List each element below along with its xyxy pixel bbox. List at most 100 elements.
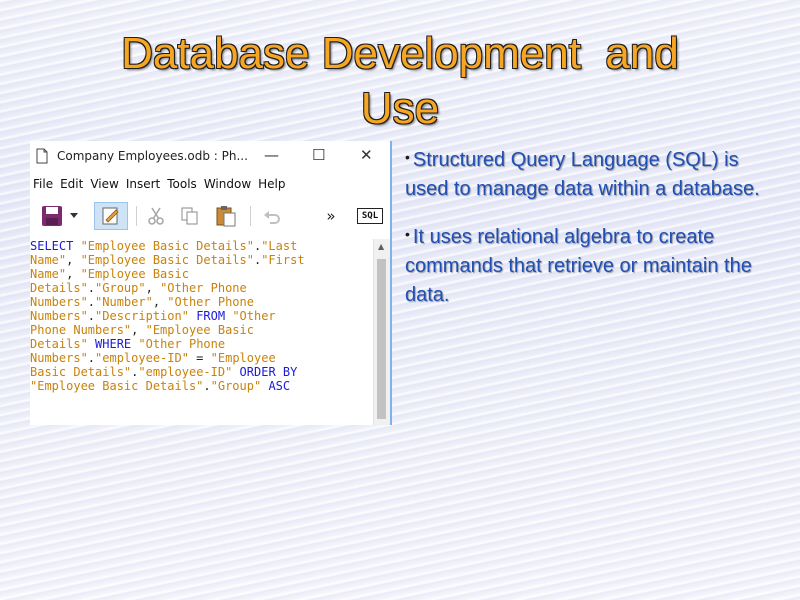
toolbar-separator bbox=[136, 206, 137, 226]
slide-title-line2: Use bbox=[360, 84, 440, 133]
sql-punctuation: . bbox=[87, 351, 96, 365]
sql-code-line: Details"."Group", "Other Phone bbox=[30, 281, 374, 295]
scrollbar-thumb[interactable] bbox=[377, 259, 386, 419]
sql-identifier: "employee-ID" bbox=[95, 351, 189, 365]
sql-identifier: "First bbox=[261, 253, 305, 267]
sql-punctuation: . bbox=[87, 295, 96, 309]
menu-view[interactable]: View bbox=[90, 177, 118, 191]
toolbar-separator bbox=[250, 206, 251, 226]
bullet-item: • It uses relational algebra to create co… bbox=[405, 220, 765, 310]
menu-help[interactable]: Help bbox=[258, 177, 285, 191]
sql-punctuation: , bbox=[66, 253, 81, 267]
save-dropdown-button[interactable] bbox=[68, 202, 80, 230]
sql-punctuation: , bbox=[152, 295, 168, 309]
cut-icon bbox=[148, 207, 164, 225]
bullet-item: • Structured Query Language (SQL) is used… bbox=[405, 143, 765, 204]
close-button[interactable]: ✕ bbox=[360, 147, 373, 163]
cut-button[interactable] bbox=[142, 202, 170, 230]
sql-code-line: SELECT "Employee Basic Details"."Last bbox=[30, 239, 374, 253]
sql-identifier: "Description" bbox=[95, 309, 189, 323]
sql-identifier: "Other Phone bbox=[167, 295, 254, 309]
minimize-button[interactable]: — bbox=[264, 147, 279, 163]
sql-identifier: "Number" bbox=[95, 295, 153, 309]
undo-icon bbox=[264, 211, 280, 224]
menu-edit[interactable]: Edit bbox=[60, 177, 83, 191]
sql-icon-label: SQL bbox=[361, 211, 379, 221]
toolbar-overflow-button[interactable]: » bbox=[324, 202, 338, 230]
sql-identifier: "Employee Basic Details" bbox=[80, 239, 254, 253]
sql-code-line: Numbers"."Number", "Other Phone bbox=[30, 295, 374, 309]
sql-identifier: "Other bbox=[232, 309, 276, 323]
bullet-text: Structured Query Language (SQL) is used … bbox=[405, 149, 760, 200]
sql-identifier: "Employee bbox=[210, 351, 276, 365]
sql-punctuation bbox=[88, 337, 95, 351]
sql-punctuation: , bbox=[145, 281, 161, 295]
sql-punctuation bbox=[232, 365, 239, 379]
sql-punctuation: . bbox=[87, 281, 96, 295]
undo-button[interactable] bbox=[258, 202, 286, 230]
sql-punctuation: , bbox=[131, 323, 146, 337]
sql-icon: SQL bbox=[357, 208, 383, 224]
sql-code-line: "Employee Basic Details"."Group" ASC bbox=[30, 379, 374, 393]
menu-insert[interactable]: Insert bbox=[126, 177, 160, 191]
paste-button[interactable] bbox=[212, 202, 240, 230]
sql-identifier: Numbers" bbox=[30, 351, 88, 365]
save-icon bbox=[42, 206, 62, 226]
sql-punctuation: , bbox=[66, 267, 81, 281]
sql-identifier: "Employee Basic bbox=[80, 267, 189, 281]
bullet-list: • Structured Query Language (SQL) is used… bbox=[405, 143, 765, 326]
sql-keyword: WHERE bbox=[95, 337, 139, 351]
sql-identifier: Name" bbox=[30, 267, 67, 281]
sql-code-line: Phone Numbers", "Employee Basic bbox=[30, 323, 374, 337]
run-sql-button[interactable]: SQL bbox=[356, 202, 384, 230]
maximize-button[interactable]: ☐ bbox=[312, 147, 325, 163]
sql-code-line: Details" WHERE "Other Phone bbox=[30, 337, 374, 351]
edit-mode-button[interactable] bbox=[94, 202, 128, 230]
sql-identifier: Name" bbox=[30, 253, 67, 267]
sql-code-line: Numbers"."Description" FROM "Other bbox=[30, 309, 374, 323]
scroll-up-icon[interactable]: ▲ bbox=[378, 242, 384, 251]
window-title: Company Employees.odb : Ph... bbox=[57, 149, 248, 163]
copy-button[interactable] bbox=[176, 202, 204, 230]
menu-file[interactable]: File bbox=[33, 177, 53, 191]
sql-keyword: FROM bbox=[196, 309, 233, 323]
menu-tools[interactable]: Tools bbox=[167, 177, 197, 191]
sql-identifier: Numbers" bbox=[30, 309, 88, 323]
bullet-dot-icon: • bbox=[405, 226, 410, 242]
sql-identifier: Basic Details" bbox=[30, 365, 132, 379]
menu-bar: File Edit View Insert Tools Window Help bbox=[30, 171, 390, 197]
sql-identifier: Phone Numbers" bbox=[30, 323, 132, 337]
sql-punctuation: = bbox=[188, 351, 211, 365]
sql-code-editor[interactable]: SELECT "Employee Basic Details"."Last Nam… bbox=[30, 239, 374, 425]
sql-code-line: Name", "Employee Basic Details"."First bbox=[30, 253, 374, 267]
sql-identifier: "employee-ID" bbox=[138, 365, 233, 379]
sql-punctuation: . bbox=[203, 379, 211, 393]
window-titlebar[interactable]: Company Employees.odb : Ph... — ☐ ✕ bbox=[30, 141, 390, 171]
sql-identifier: "Employee Basic bbox=[145, 323, 254, 337]
sql-identifier: "Group" bbox=[210, 379, 262, 393]
menu-window[interactable]: Window bbox=[204, 177, 251, 191]
sql-identifier: "Employee Basic Details" bbox=[30, 379, 204, 393]
sql-keyword: ASC bbox=[268, 379, 291, 393]
document-icon bbox=[36, 148, 48, 164]
dropdown-arrow-icon bbox=[70, 213, 78, 218]
save-button[interactable] bbox=[38, 202, 66, 230]
sql-identifier: "Last bbox=[261, 239, 298, 253]
sql-punctuation: . bbox=[87, 309, 96, 323]
sql-editor-window: Company Employees.odb : Ph... — ☐ ✕ File… bbox=[30, 141, 392, 425]
sql-code-line: Basic Details"."employee-ID" ORDER BY bbox=[30, 365, 374, 379]
sql-identifier: Details" bbox=[30, 337, 88, 351]
copy-icon bbox=[181, 207, 198, 225]
sql-identifier: Numbers" bbox=[30, 295, 88, 309]
sql-keyword: SELECT bbox=[30, 239, 81, 253]
sql-identifier: "Other Phone bbox=[138, 337, 226, 351]
edit-icon bbox=[102, 207, 119, 225]
sql-code-line: Numbers"."employee-ID" = "Employee bbox=[30, 351, 374, 365]
sql-code-line: Name", "Employee Basic bbox=[30, 267, 374, 281]
sql-identifier: "Other Phone bbox=[160, 281, 247, 295]
sql-identifier: "Employee Basic Details" bbox=[80, 253, 254, 267]
vertical-scrollbar[interactable]: ▲ bbox=[373, 239, 390, 425]
paste-icon bbox=[216, 206, 236, 227]
sql-identifier: Details" bbox=[30, 281, 88, 295]
slide-title-line1: Database Development and bbox=[121, 29, 679, 78]
